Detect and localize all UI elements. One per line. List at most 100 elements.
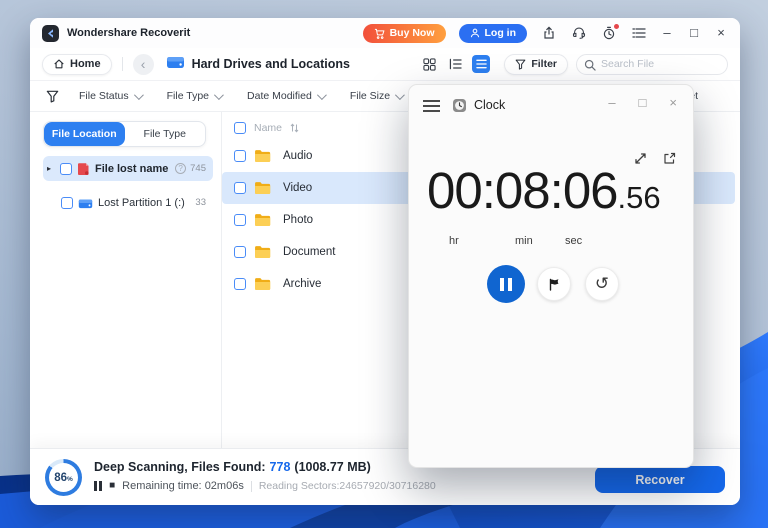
scan-size: (1008.77 MB) <box>294 460 371 474</box>
buy-now-button[interactable]: Buy Now <box>362 23 446 43</box>
filter-funnel-icon <box>46 90 59 103</box>
sort-icon[interactable] <box>290 123 299 133</box>
scan-label: Deep Scanning, Files Found: <box>94 460 266 474</box>
caret-down-icon <box>316 89 327 100</box>
folder-icon <box>255 182 271 195</box>
search-input[interactable] <box>576 53 728 75</box>
clock-window-title: Clock <box>474 98 506 112</box>
filter-button[interactable]: Filter <box>504 53 568 75</box>
tab-file-location[interactable]: File Location <box>44 122 125 146</box>
sidebar-tabs: File Location File Type <box>43 121 206 147</box>
sidebar-item-file-lost-name[interactable]: ▸ File lost name ? 745 <box>43 156 213 181</box>
pause-button[interactable] <box>487 265 525 303</box>
checkbox[interactable] <box>234 278 246 290</box>
filter-label: Filter <box>531 58 557 70</box>
clock-close-button[interactable]: × <box>669 95 677 110</box>
detail-list-view-icon[interactable] <box>446 55 464 73</box>
partition-icon <box>78 198 93 208</box>
lap-flag-button[interactable] <box>537 267 571 301</box>
progress-percent: 86 <box>54 471 67 484</box>
menu-list-icon[interactable] <box>630 25 647 42</box>
dropdown-label: File Type <box>166 90 210 102</box>
recover-button[interactable]: Recover <box>595 466 725 493</box>
sidebar-item-label: File lost name <box>95 162 169 175</box>
checkbox[interactable] <box>60 162 72 175</box>
notification-dot <box>614 23 619 29</box>
scan-status-line: Deep Scanning, Files Found: 778 (1008.77… <box>94 460 371 474</box>
folder-icon <box>255 278 271 291</box>
funnel-icon <box>515 59 526 70</box>
remaining-time-label: Remaining time: <box>122 480 202 492</box>
dropdown-file-type[interactable]: File Type <box>166 89 224 102</box>
dropdown-label: File Size <box>349 90 391 102</box>
file-row-label: Audio <box>283 150 313 162</box>
caret-down-icon <box>395 89 405 100</box>
name-column-header[interactable]: Name <box>254 122 282 134</box>
stopwatch-seconds: 06 <box>562 162 619 219</box>
clock-minimize-button[interactable]: – <box>608 95 615 110</box>
caret-down-icon <box>133 89 144 100</box>
clock-window: Clock – □ × 00 : 08 : 06 .56 hr min sec … <box>408 84 694 468</box>
dropdown-label: File Status <box>79 90 129 102</box>
dropdown-file-size[interactable]: File Size <box>349 89 405 102</box>
colon: : <box>481 162 496 219</box>
buy-now-label: Buy Now <box>389 27 435 39</box>
select-all-checkbox[interactable] <box>234 122 246 134</box>
drive-icon <box>166 54 185 74</box>
keep-on-top-icon[interactable] <box>662 151 677 171</box>
stopwatch-display: 00 : 08 : 06 .56 <box>427 161 661 220</box>
folder-icon <box>255 246 271 259</box>
back-button[interactable]: ‹ <box>132 53 154 75</box>
app-title: Wondershare Recoverit <box>67 27 191 39</box>
folder-icon <box>255 214 271 227</box>
hr-label: hr <box>449 235 459 247</box>
stopwatch-minutes: 08 <box>494 162 551 219</box>
stop-scan-button[interactable]: ■ <box>109 481 115 491</box>
files-found-count: 778 <box>269 460 291 474</box>
percent-sign: % <box>67 475 73 483</box>
sec-label: sec <box>565 235 583 247</box>
dropdown-date-modified[interactable]: Date Modified <box>247 89 327 102</box>
close-button[interactable]: × <box>714 26 728 40</box>
clock-maximize-button[interactable]: □ <box>639 95 647 110</box>
file-row-label: Video <box>283 182 313 194</box>
reset-button[interactable]: ↺ <box>585 267 619 301</box>
hamburger-menu-icon[interactable] <box>423 100 440 116</box>
file-row-label: Photo <box>283 214 314 226</box>
back-chevron-icon: ‹ <box>140 55 146 72</box>
help-icon[interactable]: ? <box>175 163 187 174</box>
home-button[interactable]: Home <box>42 53 112 75</box>
dropdown-label: Date Modified <box>247 90 312 102</box>
maximize-button[interactable]: □ <box>687 26 701 40</box>
search-box <box>576 53 728 75</box>
checkbox[interactable] <box>61 196 73 209</box>
list-view-icon-active[interactable] <box>472 55 491 73</box>
file-row-label: Document <box>283 246 336 258</box>
support-headset-icon[interactable] <box>570 25 587 42</box>
checkbox[interactable] <box>234 182 246 194</box>
home-icon <box>54 59 64 69</box>
login-label: Log in <box>484 27 517 39</box>
flag-icon <box>549 278 558 291</box>
checkbox[interactable] <box>234 214 246 226</box>
sidebar: File Location File Type ▸ File lost name… <box>30 112 222 448</box>
minimize-button[interactable]: – <box>660 26 674 40</box>
login-button[interactable]: Log in <box>458 23 527 43</box>
dropdown-file-status[interactable]: File Status <box>79 89 144 102</box>
divider <box>121 57 123 71</box>
share-icon[interactable] <box>540 25 557 42</box>
checkbox[interactable] <box>234 246 246 258</box>
item-count: 33 <box>195 197 206 208</box>
pause-scan-button[interactable] <box>94 481 103 491</box>
grid-view-icon[interactable] <box>420 55 438 73</box>
colon: : <box>549 162 564 219</box>
item-count: 745 <box>190 163 206 174</box>
sidebar-item-lost-partition[interactable]: Lost Partition 1 (:) 33 <box>57 190 213 215</box>
expand-arrow-icon[interactable]: ▸ <box>47 164 55 173</box>
stopwatch-hours: 00 <box>427 162 483 219</box>
timer-icon[interactable] <box>600 23 619 42</box>
user-icon <box>470 28 479 38</box>
tab-file-type[interactable]: File Type <box>125 122 206 146</box>
divider <box>250 480 252 492</box>
checkbox[interactable] <box>234 150 246 162</box>
